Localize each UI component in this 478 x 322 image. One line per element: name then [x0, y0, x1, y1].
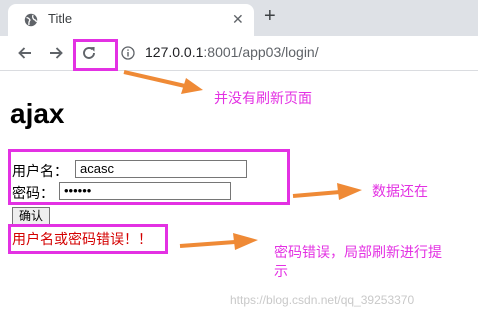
refresh-note: 并没有刷新页面 — [214, 91, 312, 107]
error-arrow-icon — [179, 233, 258, 250]
refresh-arrow-icon — [123, 70, 203, 94]
error-note-line1: 密码错误，局部刷新进行提 — [274, 245, 442, 261]
watermark: https://blog.csdn.net/qq_39253370 — [230, 293, 415, 307]
data-note: 数据还在 — [372, 184, 428, 200]
data-arrow-icon — [292, 183, 362, 200]
error-note-line2: 示 — [274, 264, 288, 280]
error-note: 密码错误，局部刷新进行提 示 — [274, 244, 442, 282]
